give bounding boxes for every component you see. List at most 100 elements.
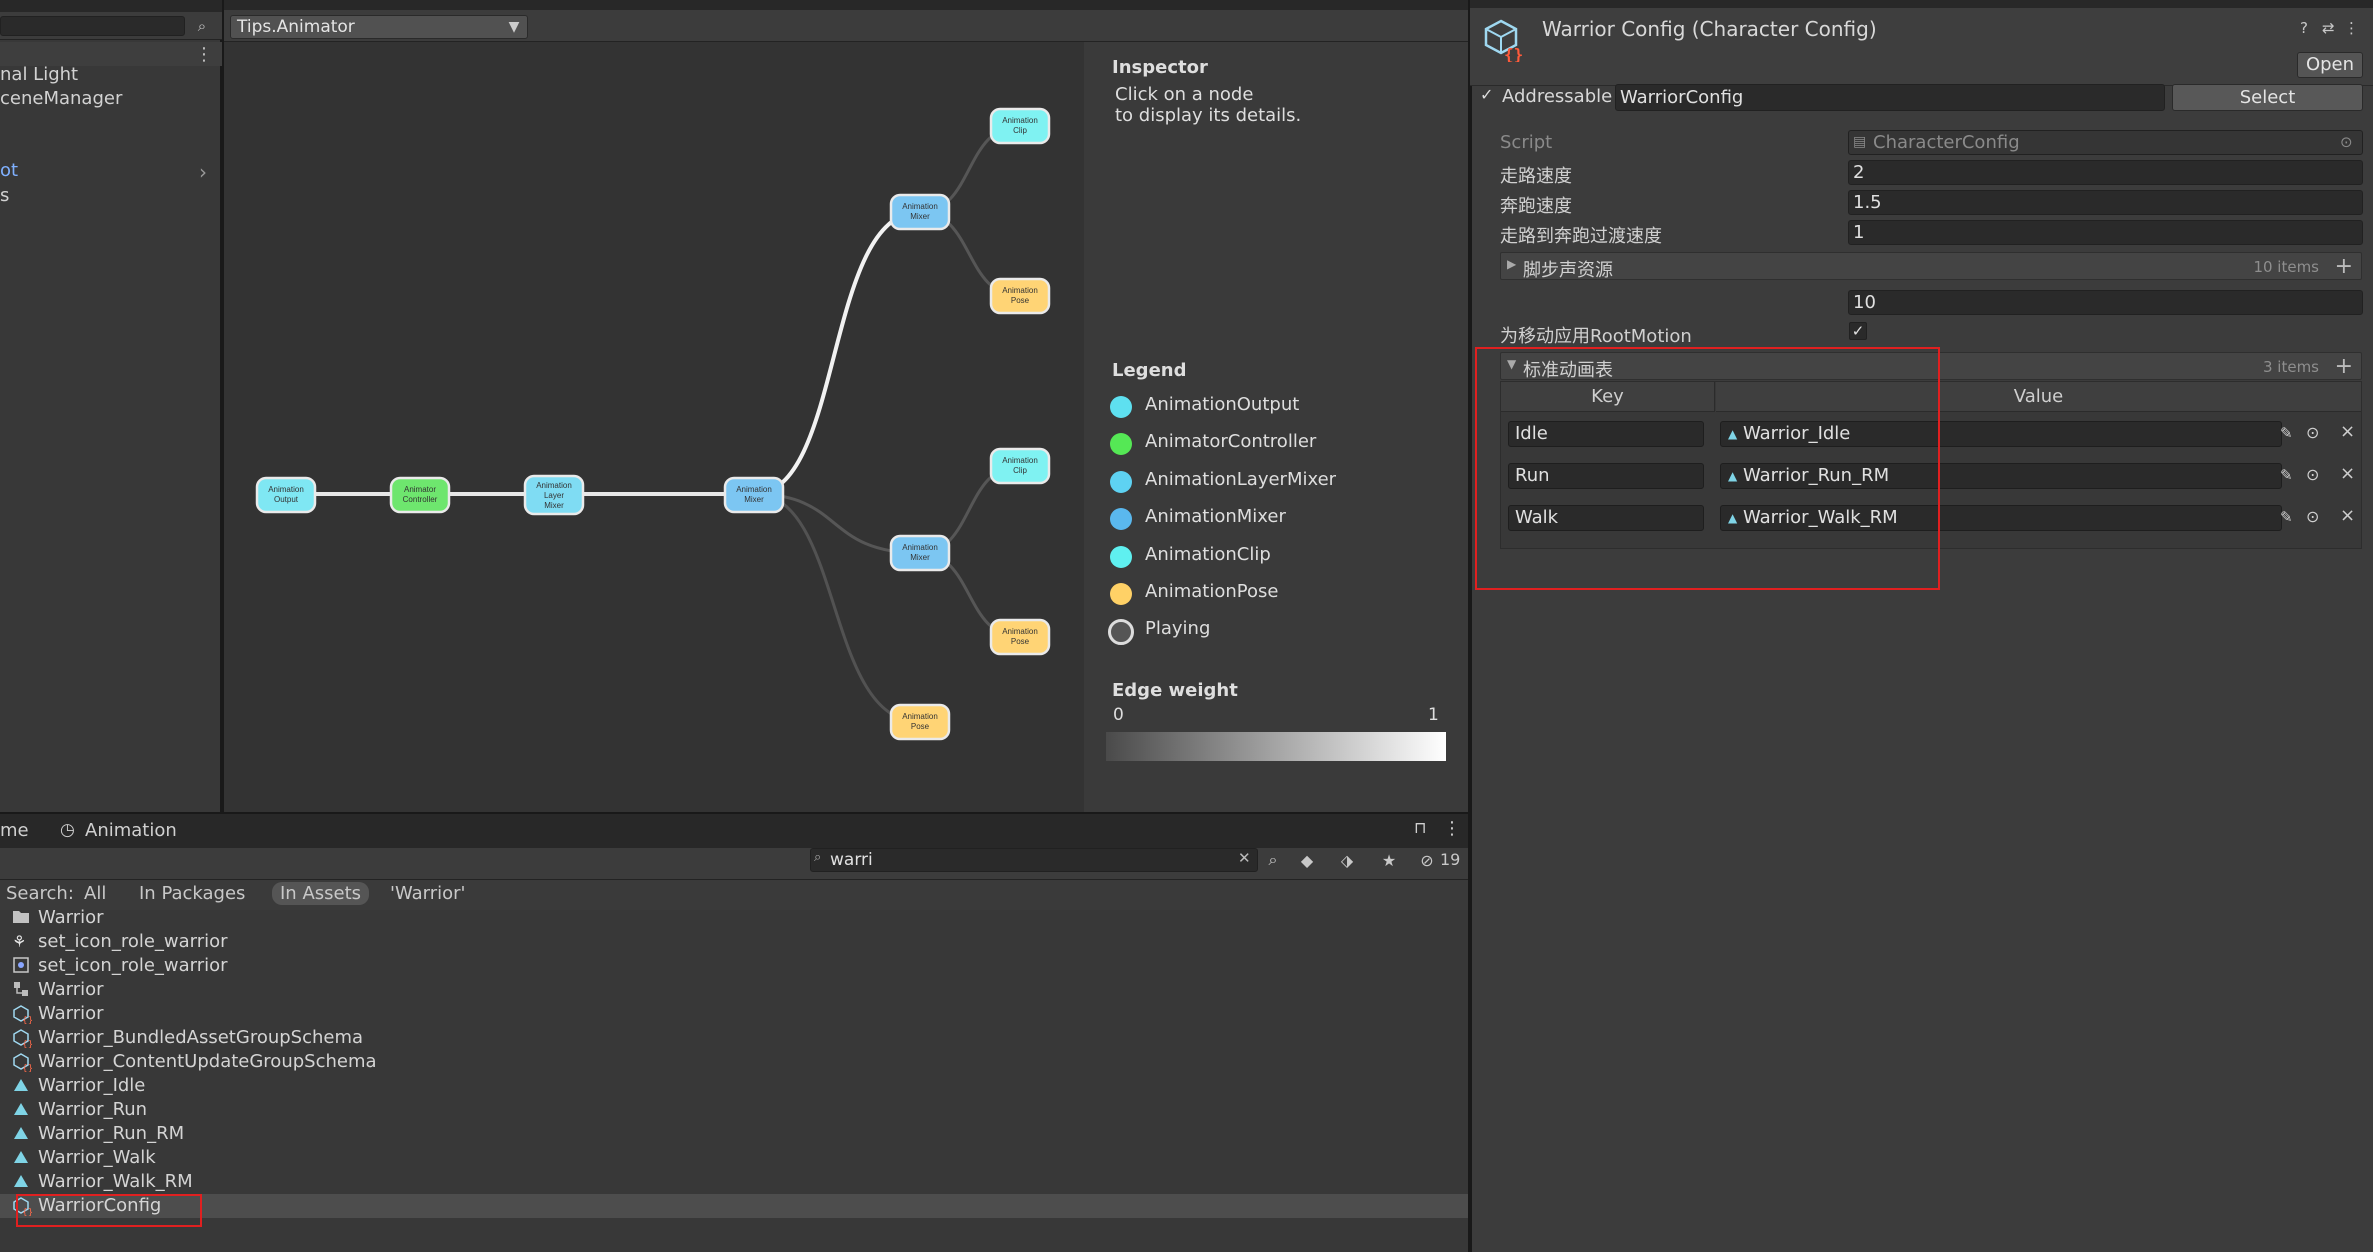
hierarchy-item[interactable]: ceneManager [0,88,122,109]
node-animation-clip[interactable]: Animation Clip [989,447,1051,485]
transition-speed-input[interactable]: 1 [1848,220,2363,245]
node-label: Animation [902,712,938,721]
rotate-speed-input[interactable]: 10 [1848,290,2363,315]
favorites-star-icon[interactable]: ★ [1374,848,1404,872]
footstep-foldout[interactable]: ▶ 脚步声资源 10 items + [1500,252,2362,281]
chevron-right-icon[interactable]: › [199,160,207,184]
search-scope-icon[interactable]: ⌕ [1258,848,1288,872]
inspector-title: Warrior Config (Character Config) [1542,17,1877,41]
walk-speed-input[interactable]: 2 [1848,160,2363,185]
hidden-packages-icon[interactable]: ⊘ [1412,848,1442,872]
addressable-address-input[interactable]: WarriorConfig [1615,84,2165,111]
legend-dot-layer-mixer [1110,471,1132,493]
tab-home[interactable]: me [0,820,29,841]
node-label: Mixer [910,212,930,221]
legend-dot-output [1110,396,1132,418]
root-motion-checkbox[interactable]: ✓ [1849,322,1867,340]
node-animation-pose[interactable]: Animation Pose [989,618,1051,656]
node-label: Layer [544,491,564,500]
anim-icon [12,1076,34,1096]
clear-search-icon[interactable]: ✕ [1238,849,1251,867]
clock-icon: ◷ [60,820,75,840]
edit-pencil-icon[interactable]: ✎ [2280,508,2293,526]
node-label: Output [274,495,299,504]
edge-weight-title: Edge weight [1112,680,1238,701]
anim-table-foldout[interactable]: ▼ 标准动画表 3 items + [1500,352,2362,381]
list-item[interactable]: Warrior_Run [0,1098,1468,1122]
node-animation-pose[interactable]: Animation Pose [889,703,951,741]
list-item[interactable]: Warrior_Walk_RM [0,1170,1468,1194]
list-item[interactable]: Warrior [0,978,1468,1002]
folder-icon [12,908,34,928]
row-key-input[interactable]: Run [1508,463,1704,489]
help-icon[interactable]: ? [2300,19,2308,37]
project-search-input[interactable] [810,848,1258,872]
preset-icon[interactable]: ⇄ [2322,19,2335,37]
search-scope-icon[interactable]: ⌕ [192,16,212,36]
row-value-field[interactable]: Warrior_Run_RM [1720,463,2282,489]
hierarchy-item[interactable]: s [0,185,9,206]
hierarchy-search-input[interactable] [0,16,185,36]
open-button[interactable]: Open [2297,52,2363,78]
list-item[interactable]: Warrior_Walk [0,1146,1468,1170]
object-picker-icon[interactable]: ⊙ [2306,423,2319,442]
more-options-icon[interactable]: ⋮ [1443,818,1461,839]
list-item[interactable]: {} Warrior_BundledAssetGroupSchema [0,1026,1468,1050]
row-key-input[interactable]: Idle [1508,421,1704,447]
remove-row-icon[interactable]: × [2340,463,2355,484]
list-item[interactable]: Warrior [0,906,1468,930]
list-item[interactable]: Warrior_Run_RM [0,1122,1468,1146]
more-options-icon[interactable]: ⋮ [194,42,214,66]
anim-icon [12,1172,34,1192]
list-item-label: Warrior_Run_RM [38,1123,185,1144]
node-animator-controller[interactable]: Animator Controller [389,476,451,514]
playable-graph-canvas: Animation Output Animator Controller Ani… [255,107,1051,741]
row-key-input[interactable]: Walk [1508,505,1704,531]
filter-in-assets[interactable]: In Assets [272,882,370,905]
select-button[interactable]: Select [2172,84,2363,111]
list-item[interactable]: {} Warrior_ContentUpdateGroupSchema [0,1050,1468,1074]
dropdown-arrow-icon[interactable]: ▼ [504,15,524,39]
lock-icon[interactable]: ⊓ [1414,818,1426,837]
node-animation-layer-mixer[interactable]: Animation Layer Mixer [523,474,585,516]
tab-animation[interactable]: Animation [85,820,177,841]
svg-text:{}: {} [22,1064,32,1072]
row-value-field[interactable]: Warrior_Idle [1720,421,2282,447]
node-animation-mixer[interactable]: Animation Mixer [889,534,951,572]
hierarchy-item[interactable]: nal Light [0,64,78,85]
filter-in-packages[interactable]: In Packages [131,882,253,905]
list-item[interactable]: {} Warrior [0,1002,1468,1026]
filter-by-type-icon[interactable]: ◆ [1292,848,1322,872]
list-item[interactable]: Warrior_Idle [0,1074,1468,1098]
add-item-icon[interactable]: + [2335,254,2353,279]
legend-dot-clip [1110,546,1132,568]
remove-row-icon[interactable]: × [2340,505,2355,526]
addressable-checkbox[interactable]: ✓ [1480,87,1496,103]
object-picker-icon[interactable]: ⊙ [2306,507,2319,526]
node-animation-output[interactable]: Animation Output [255,476,317,514]
node-animation-mixer[interactable]: Animation Mixer [723,476,785,514]
node-animation-mixer[interactable]: Animation Mixer [889,193,951,231]
run-speed-input[interactable]: 1.5 [1848,190,2363,215]
hierarchy-item[interactable]: ot [0,160,18,181]
filter-warrior[interactable]: 'Warrior' [382,882,473,905]
add-item-icon[interactable]: + [2335,354,2353,379]
object-picker-icon[interactable]: ⊙ [2306,465,2319,484]
svg-text:{}: {} [22,1016,32,1024]
row-value-field[interactable]: Warrior_Walk_RM [1720,505,2282,531]
filter-by-label-icon[interactable]: ⬗ [1332,848,1362,872]
list-item[interactable]: ⚘ set_icon_role_warrior [0,930,1468,954]
more-options-icon[interactable]: ⋮ [2344,19,2359,37]
edit-pencil-icon[interactable]: ✎ [2280,466,2293,484]
node-animation-clip[interactable]: Animation Clip [989,107,1051,145]
hierarchy-scene-row[interactable] [0,42,222,66]
footstep-count: 10 items [2253,258,2319,276]
remove-row-icon[interactable]: × [2340,421,2355,442]
list-item-selected[interactable]: {} WarriorConfig [0,1194,1468,1218]
node-animation-pose[interactable]: Animation Pose [989,277,1051,315]
graph-select-dropdown[interactable]: Tips.Animator [230,15,528,39]
filter-all[interactable]: All [76,882,114,905]
list-item[interactable]: set_icon_role_warrior [0,954,1468,978]
inspector-tabbar [1470,0,2373,8]
edit-pencil-icon[interactable]: ✎ [2280,424,2293,442]
